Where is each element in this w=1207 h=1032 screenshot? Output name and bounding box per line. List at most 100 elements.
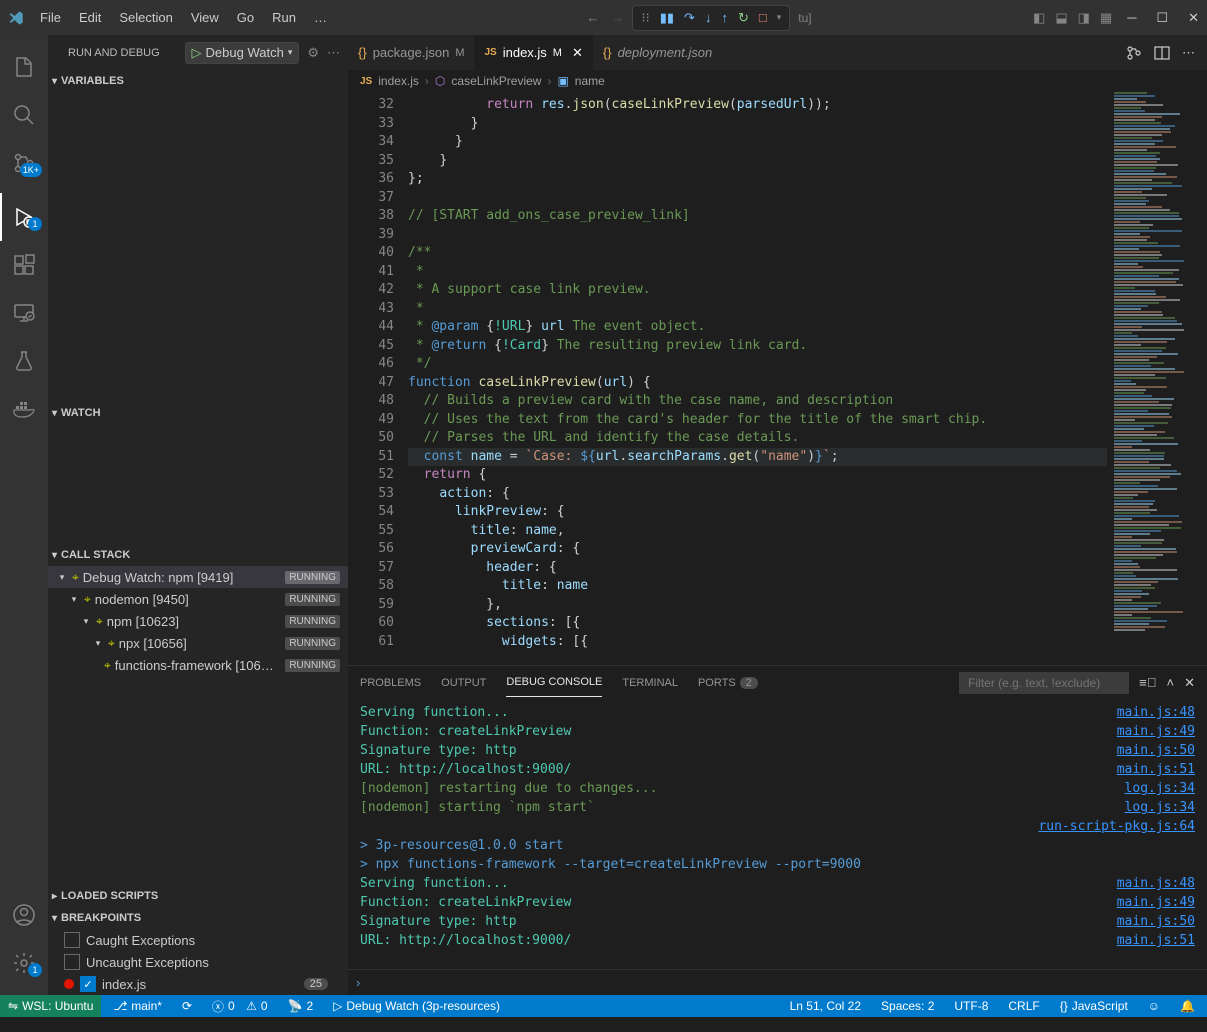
start-debug-icon[interactable]: ▷ xyxy=(192,45,202,61)
toggle-panel-bottom-icon[interactable]: ⬓ xyxy=(1055,10,1067,26)
source-control-icon[interactable]: 1K+ xyxy=(0,139,48,187)
settings-gear-icon[interactable]: 1 xyxy=(0,939,48,987)
section-loaded-scripts[interactable]: ▸Loaded Scripts xyxy=(48,885,348,907)
more-icon[interactable]: ⋯ xyxy=(327,45,340,61)
editor-tab[interactable]: {}package.jsonM xyxy=(348,35,474,70)
clear-console-icon[interactable]: ≡⃠ xyxy=(1139,675,1156,690)
explorer-icon[interactable] xyxy=(0,43,48,91)
eol[interactable]: CRLF xyxy=(1004,999,1043,1013)
tab-ports[interactable]: PORTS2 xyxy=(698,669,758,697)
drag-handle-icon[interactable]: ⁝⁝ xyxy=(641,10,649,26)
console-source-link[interactable]: main.js:50 xyxy=(1117,912,1195,931)
compare-changes-icon[interactable] xyxy=(1126,45,1142,61)
collapse-panel-icon[interactable]: ˄ xyxy=(1167,675,1175,690)
close-panel-icon[interactable]: ✕ xyxy=(1184,675,1195,691)
bp-file[interactable]: ✓index.js25 xyxy=(48,973,348,995)
nav-forward-icon[interactable]: → xyxy=(611,10,624,25)
console-source-link[interactable]: main.js:51 xyxy=(1117,931,1195,950)
console-source-link[interactable]: main.js:48 xyxy=(1117,874,1195,893)
chevron-down-icon[interactable]: ▾ xyxy=(92,638,104,649)
tab-problems[interactable]: PROBLEMS xyxy=(360,669,421,697)
tab-output[interactable]: OUTPUT xyxy=(441,669,486,697)
maximize-icon[interactable]: ☐ xyxy=(1156,10,1168,26)
debug-target-dropdown-icon[interactable]: ▾ xyxy=(777,12,782,23)
crumb[interactable]: caseLinkPreview xyxy=(451,74,541,88)
bp-uncaught[interactable]: Uncaught Exceptions xyxy=(48,951,348,973)
cursor-position[interactable]: Ln 51, Col 22 xyxy=(786,999,865,1013)
step-over-icon[interactable]: ↷ xyxy=(684,10,695,26)
breadcrumbs[interactable]: JS index.js › ⬡ caseLinkPreview › ▣ name xyxy=(348,70,1207,92)
callstack-row[interactable]: ⌖functions-framework [106…RUNNING xyxy=(48,654,348,676)
debug-status[interactable]: ▷Debug Watch (3p-resources) xyxy=(329,999,504,1013)
more-actions-icon[interactable]: ⋯ xyxy=(1182,45,1195,61)
callstack-row[interactable]: ▾⌖Debug Watch: npm [9419]RUNNING xyxy=(48,566,348,588)
console-source-link[interactable]: main.js:49 xyxy=(1117,893,1195,912)
editor-tab[interactable]: {}deployment.json xyxy=(593,35,722,70)
console-source-link[interactable]: main.js:48 xyxy=(1117,703,1195,722)
console-source-link[interactable]: main.js:51 xyxy=(1117,760,1195,779)
minimap[interactable] xyxy=(1107,92,1207,665)
minimize-icon[interactable]: ─ xyxy=(1127,10,1136,26)
checkbox-icon[interactable] xyxy=(64,954,80,970)
callstack-row[interactable]: ▾⌖nodemon [9450]RUNNING xyxy=(48,588,348,610)
extensions-icon[interactable] xyxy=(0,241,48,289)
git-branch[interactable]: ⎇main* xyxy=(109,999,166,1013)
tab-terminal[interactable]: TERMINAL xyxy=(622,669,678,697)
checkbox-icon[interactable] xyxy=(64,932,80,948)
feedback-icon[interactable]: ☺ xyxy=(1144,999,1164,1013)
accounts-icon[interactable] xyxy=(0,891,48,939)
debug-config-selector[interactable]: ▷ Debug Watch ▾ xyxy=(185,42,300,64)
run-debug-icon[interactable]: 1 xyxy=(0,193,48,241)
debug-console[interactable]: Serving function...main.js:48Function: c… xyxy=(348,699,1207,969)
console-source-link[interactable]: log.js:34 xyxy=(1125,779,1195,798)
menu-go[interactable]: Go xyxy=(229,6,262,29)
menu-more[interactable]: … xyxy=(306,6,335,29)
nav-back-icon[interactable]: ← xyxy=(586,10,599,25)
section-watch[interactable]: ▾Watch xyxy=(48,402,348,424)
search-icon[interactable] xyxy=(0,91,48,139)
remote-explorer-icon[interactable] xyxy=(0,289,48,337)
remote-indicator[interactable]: ⇋WSL: Ubuntu xyxy=(0,995,101,1017)
tab-debug-console[interactable]: DEBUG CONSOLE xyxy=(506,668,602,697)
pause-icon[interactable]: ▮▮ xyxy=(660,10,674,26)
testing-icon[interactable] xyxy=(0,337,48,385)
docker-icon[interactable] xyxy=(0,385,48,433)
step-into-icon[interactable]: ↓ xyxy=(705,10,712,25)
toggle-panel-left-icon[interactable]: ◧ xyxy=(1033,10,1045,26)
crumb[interactable]: name xyxy=(575,74,605,88)
section-callstack[interactable]: ▾Call Stack xyxy=(48,544,348,566)
crumb[interactable]: index.js xyxy=(378,74,419,88)
split-editor-icon[interactable] xyxy=(1154,45,1170,61)
menu-run[interactable]: Run xyxy=(264,6,304,29)
chevron-down-icon[interactable]: ▾ xyxy=(68,594,80,605)
section-breakpoints[interactable]: ▾Breakpoints xyxy=(48,907,348,929)
checkbox-icon[interactable]: ✓ xyxy=(80,976,96,992)
console-source-link[interactable]: main.js:49 xyxy=(1117,722,1195,741)
menu-file[interactable]: File xyxy=(32,6,69,29)
console-source-link[interactable]: run-script-pkg.js:64 xyxy=(1038,817,1195,836)
console-input[interactable]: › xyxy=(348,969,1207,995)
encoding[interactable]: UTF-8 xyxy=(950,999,992,1013)
step-out-icon[interactable]: ↑ xyxy=(721,10,728,25)
problems-indicator[interactable]: ⓧ0 ⚠0 xyxy=(208,998,272,1015)
bp-caught[interactable]: Caught Exceptions xyxy=(48,929,348,951)
close-icon[interactable]: ✕ xyxy=(1188,10,1199,26)
console-filter-input[interactable] xyxy=(959,672,1129,694)
ports-indicator[interactable]: 📡2 xyxy=(284,999,318,1013)
chevron-down-icon[interactable]: ▾ xyxy=(80,616,92,627)
language-mode[interactable]: {}JavaScript xyxy=(1056,999,1132,1013)
callstack-row[interactable]: ▾⌖npm [10623]RUNNING xyxy=(48,610,348,632)
console-source-link[interactable]: log.js:34 xyxy=(1125,798,1195,817)
editor-tab[interactable]: JSindex.jsM✕ xyxy=(474,35,592,70)
menu-edit[interactable]: Edit xyxy=(71,6,109,29)
indentation[interactable]: Spaces: 2 xyxy=(877,999,938,1013)
menu-view[interactable]: View xyxy=(183,6,227,29)
editor[interactable]: 3233343536373839404142434445464748495051… xyxy=(348,92,1207,665)
gear-icon[interactable]: ⚙ xyxy=(307,45,319,61)
restart-icon[interactable]: ↻ xyxy=(738,10,749,26)
customize-layout-icon[interactable]: ▦ xyxy=(1100,10,1112,26)
code-area[interactable]: return res.json(caseLinkPreview(parsedUr… xyxy=(408,92,1107,665)
chevron-down-icon[interactable]: ▾ xyxy=(56,572,68,583)
console-source-link[interactable]: main.js:50 xyxy=(1117,741,1195,760)
git-sync[interactable]: ⟳ xyxy=(178,999,196,1013)
